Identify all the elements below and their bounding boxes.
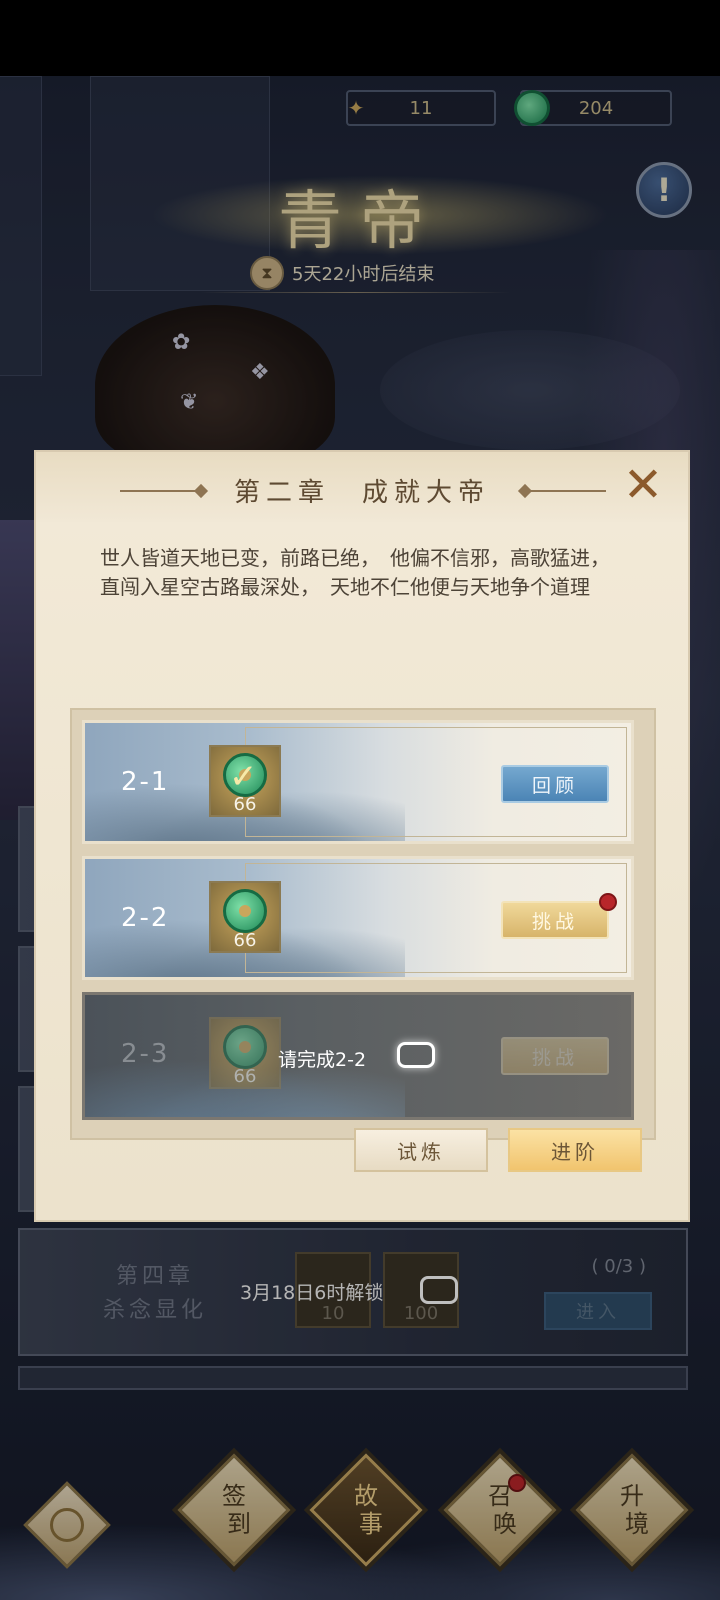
lock-text: 请完成2-2 [278, 1049, 367, 1071]
chapter-description: 世人皆道天地已变，前路已绝， 他偏不信邪，高歌猛进，直闯入星空古路最深处， 天地… [100, 546, 610, 599]
close-icon: ✕ [622, 457, 664, 513]
trial-button[interactable]: 试炼 [354, 1128, 488, 1172]
challenge-button-disabled: 挑战 [501, 1037, 609, 1075]
reward-count: 66 [233, 794, 257, 815]
modal-title: 第二章 成就大帝 [233, 478, 490, 508]
level-list: 2-1 ✓ 66 回顾 2-2 66 挑战 2-3 66 挑战 请完成2-2 [70, 708, 656, 1140]
level-reward: 66 [209, 881, 281, 953]
level-row[interactable]: 2-2 66 挑战 [82, 856, 634, 980]
level-id: 2-3 [121, 1039, 170, 1069]
close-button[interactable]: ✕ [620, 461, 666, 509]
chapter-modal: 第二章 成就大帝 ✕ 世人皆道天地已变，前路已绝， 他偏不信邪，高歌猛进，直闯入… [34, 450, 690, 1222]
level-reward: 66 [209, 1017, 281, 1089]
reward-count: 66 [233, 1066, 257, 1087]
level-row-locked[interactable]: 2-3 66 挑战 请完成2-2 [82, 992, 634, 1120]
lock-icon [397, 1042, 435, 1068]
challenge-notification-badge [599, 893, 617, 911]
advance-button[interactable]: 进阶 [508, 1128, 642, 1172]
reward-count: 66 [233, 930, 257, 951]
jade-icon [223, 889, 267, 933]
review-button[interactable]: 回顾 [501, 765, 609, 803]
jade-icon [223, 1025, 267, 1069]
checkmark-icon: ✓ [229, 757, 258, 797]
level-reward: ✓ 66 [209, 745, 281, 817]
level-id: 2-2 [121, 903, 170, 933]
challenge-button[interactable]: 挑战 [501, 901, 609, 939]
game-screen: 11 ✦ 204 ! 青帝 ⧗ 5天22小时后结束 ✿ ❖ ❦ 第四章 杀念显化… [0, 0, 720, 1600]
level-row[interactable]: 2-1 ✓ 66 回顾 [82, 720, 634, 844]
level-id: 2-1 [121, 767, 170, 797]
